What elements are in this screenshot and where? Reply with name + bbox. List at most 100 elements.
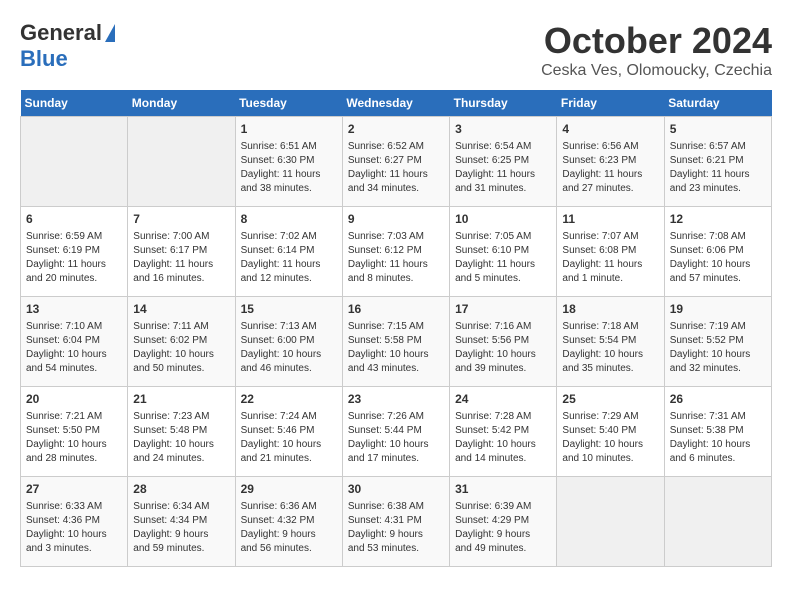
page-header: General Blue October 2024 Ceska Ves, Olo… xyxy=(20,20,772,80)
calendar-week-row: 1 Sunrise: 6:51 AM Sunset: 6:30 PM Daylig… xyxy=(21,117,772,207)
calendar-week-row: 6 Sunrise: 6:59 AM Sunset: 6:19 PM Daylig… xyxy=(21,207,772,297)
month-title: October 2024 xyxy=(541,20,772,62)
calendar-cell xyxy=(664,477,771,567)
day-info: Sunrise: 7:16 AM Sunset: 5:56 PM Dayligh… xyxy=(455,320,551,376)
day-number: 29 xyxy=(241,481,337,498)
day-number: 4 xyxy=(562,121,658,138)
day-info: Sunrise: 7:00 AM Sunset: 6:17 PM Dayligh… xyxy=(133,230,229,286)
calendar-cell: 18Sunrise: 7:18 AM Sunset: 5:54 PM Dayli… xyxy=(557,297,664,387)
calendar-cell: 26 Sunrise: 7:31 AM Sunset: 5:38 PM Dayli… xyxy=(664,387,771,477)
day-info: Sunrise: 6:34 AM Sunset: 4:34 PM Dayligh… xyxy=(133,500,229,556)
day-number: 5 xyxy=(670,121,766,138)
day-info: Sunrise: 6:38 AM Sunset: 4:31 PM Dayligh… xyxy=(348,500,444,556)
day-number: 10 xyxy=(455,211,551,228)
day-number: 14 xyxy=(133,301,229,318)
day-info: Sunrise: 7:28 AM Sunset: 5:42 PM Dayligh… xyxy=(455,410,551,466)
calendar-cell: 2Sunrise: 6:52 AM Sunset: 6:27 PM Daylig… xyxy=(342,117,449,207)
day-info: Sunrise: 7:03 AM Sunset: 6:12 PM Dayligh… xyxy=(348,230,444,286)
logo: General Blue xyxy=(20,20,115,72)
calendar-cell: 30 Sunrise: 6:38 AM Sunset: 4:31 PM Dayli… xyxy=(342,477,449,567)
day-info: Sunrise: 6:51 AM Sunset: 6:30 PM Dayligh… xyxy=(241,140,337,196)
calendar-cell xyxy=(557,477,664,567)
day-number: 11 xyxy=(562,211,658,228)
day-info: Sunrise: 6:56 AM Sunset: 6:23 PM Dayligh… xyxy=(562,140,658,196)
day-number: 19 xyxy=(670,301,766,318)
day-number: 16 xyxy=(348,301,444,318)
day-info: Sunrise: 6:36 AM Sunset: 4:32 PM Dayligh… xyxy=(241,500,337,556)
calendar-cell: 12 Sunrise: 7:08 AM Sunset: 6:06 PM Dayli… xyxy=(664,207,771,297)
calendar-cell: 5Sunrise: 6:57 AM Sunset: 6:21 PM Daylig… xyxy=(664,117,771,207)
day-number: 9 xyxy=(348,211,444,228)
calendar-cell: 9 Sunrise: 7:03 AM Sunset: 6:12 PM Daylig… xyxy=(342,207,449,297)
day-number: 7 xyxy=(133,211,229,228)
calendar-header-sunday: Sunday xyxy=(21,90,128,117)
day-info: Sunrise: 7:23 AM Sunset: 5:48 PM Dayligh… xyxy=(133,410,229,466)
day-info: Sunrise: 7:11 AM Sunset: 6:02 PM Dayligh… xyxy=(133,320,229,376)
day-info: Sunrise: 7:08 AM Sunset: 6:06 PM Dayligh… xyxy=(670,230,766,286)
calendar-cell: 16Sunrise: 7:15 AM Sunset: 5:58 PM Dayli… xyxy=(342,297,449,387)
calendar-cell: 22 Sunrise: 7:24 AM Sunset: 5:46 PM Dayli… xyxy=(235,387,342,477)
day-info: Sunrise: 7:10 AM Sunset: 6:04 PM Dayligh… xyxy=(26,320,122,376)
calendar-cell: 11 Sunrise: 7:07 AM Sunset: 6:08 PM Dayli… xyxy=(557,207,664,297)
day-info: Sunrise: 7:13 AM Sunset: 6:00 PM Dayligh… xyxy=(241,320,337,376)
calendar-header-saturday: Saturday xyxy=(664,90,771,117)
day-number: 21 xyxy=(133,391,229,408)
day-number: 20 xyxy=(26,391,122,408)
day-number: 23 xyxy=(348,391,444,408)
day-number: 26 xyxy=(670,391,766,408)
calendar-cell: 25Sunrise: 7:29 AM Sunset: 5:40 PM Dayli… xyxy=(557,387,664,477)
calendar-header-monday: Monday xyxy=(128,90,235,117)
day-info: Sunrise: 6:59 AM Sunset: 6:19 PM Dayligh… xyxy=(26,230,122,286)
logo-blue: Blue xyxy=(20,46,68,71)
calendar-cell: 28Sunrise: 6:34 AM Sunset: 4:34 PM Dayli… xyxy=(128,477,235,567)
calendar-cell: 15 Sunrise: 7:13 AM Sunset: 6:00 PM Dayli… xyxy=(235,297,342,387)
day-info: Sunrise: 6:33 AM Sunset: 4:36 PM Dayligh… xyxy=(26,500,122,556)
calendar-header-tuesday: Tuesday xyxy=(235,90,342,117)
day-info: Sunrise: 6:52 AM Sunset: 6:27 PM Dayligh… xyxy=(348,140,444,196)
day-number: 1 xyxy=(241,121,337,138)
day-number: 17 xyxy=(455,301,551,318)
calendar-table: SundayMondayTuesdayWednesdayThursdayFrid… xyxy=(20,90,772,567)
day-info: Sunrise: 7:18 AM Sunset: 5:54 PM Dayligh… xyxy=(562,320,658,376)
calendar-cell: 7 Sunrise: 7:00 AM Sunset: 6:17 PM Daylig… xyxy=(128,207,235,297)
day-number: 27 xyxy=(26,481,122,498)
calendar-cell: 29 Sunrise: 6:36 AM Sunset: 4:32 PM Dayli… xyxy=(235,477,342,567)
day-number: 30 xyxy=(348,481,444,498)
calendar-cell: 8 Sunrise: 7:02 AM Sunset: 6:14 PM Daylig… xyxy=(235,207,342,297)
day-info: Sunrise: 7:26 AM Sunset: 5:44 PM Dayligh… xyxy=(348,410,444,466)
calendar-cell: 31Sunrise: 6:39 AM Sunset: 4:29 PM Dayli… xyxy=(450,477,557,567)
day-info: Sunrise: 6:54 AM Sunset: 6:25 PM Dayligh… xyxy=(455,140,551,196)
calendar-cell: 6 Sunrise: 6:59 AM Sunset: 6:19 PM Daylig… xyxy=(21,207,128,297)
location-title: Ceska Ves, Olomoucky, Czechia xyxy=(541,62,772,80)
day-number: 12 xyxy=(670,211,766,228)
calendar-week-row: 13 Sunrise: 7:10 AM Sunset: 6:04 PM Dayli… xyxy=(21,297,772,387)
calendar-cell: 1 Sunrise: 6:51 AM Sunset: 6:30 PM Daylig… xyxy=(235,117,342,207)
day-info: Sunrise: 7:07 AM Sunset: 6:08 PM Dayligh… xyxy=(562,230,658,286)
day-number: 22 xyxy=(241,391,337,408)
calendar-header-wednesday: Wednesday xyxy=(342,90,449,117)
calendar-cell: 23 Sunrise: 7:26 AM Sunset: 5:44 PM Dayli… xyxy=(342,387,449,477)
logo-general: General xyxy=(20,20,102,46)
calendar-cell: 24 Sunrise: 7:28 AM Sunset: 5:42 PM Dayli… xyxy=(450,387,557,477)
day-number: 25 xyxy=(562,391,658,408)
day-number: 3 xyxy=(455,121,551,138)
calendar-week-row: 20Sunrise: 7:21 AM Sunset: 5:50 PM Dayli… xyxy=(21,387,772,477)
calendar-cell: 13 Sunrise: 7:10 AM Sunset: 6:04 PM Dayli… xyxy=(21,297,128,387)
day-number: 31 xyxy=(455,481,551,498)
calendar-week-row: 27 Sunrise: 6:33 AM Sunset: 4:36 PM Dayli… xyxy=(21,477,772,567)
day-number: 24 xyxy=(455,391,551,408)
day-number: 6 xyxy=(26,211,122,228)
calendar-cell: 3 Sunrise: 6:54 AM Sunset: 6:25 PM Daylig… xyxy=(450,117,557,207)
day-info: Sunrise: 7:02 AM Sunset: 6:14 PM Dayligh… xyxy=(241,230,337,286)
logo-triangle-icon xyxy=(105,24,115,42)
day-number: 8 xyxy=(241,211,337,228)
calendar-cell xyxy=(128,117,235,207)
calendar-cell: 17 Sunrise: 7:16 AM Sunset: 5:56 PM Dayli… xyxy=(450,297,557,387)
calendar-cell: 21 Sunrise: 7:23 AM Sunset: 5:48 PM Dayli… xyxy=(128,387,235,477)
day-number: 13 xyxy=(26,301,122,318)
day-info: Sunrise: 7:24 AM Sunset: 5:46 PM Dayligh… xyxy=(241,410,337,466)
day-info: Sunrise: 7:31 AM Sunset: 5:38 PM Dayligh… xyxy=(670,410,766,466)
calendar-header-friday: Friday xyxy=(557,90,664,117)
calendar-cell: 20Sunrise: 7:21 AM Sunset: 5:50 PM Dayli… xyxy=(21,387,128,477)
day-number: 15 xyxy=(241,301,337,318)
